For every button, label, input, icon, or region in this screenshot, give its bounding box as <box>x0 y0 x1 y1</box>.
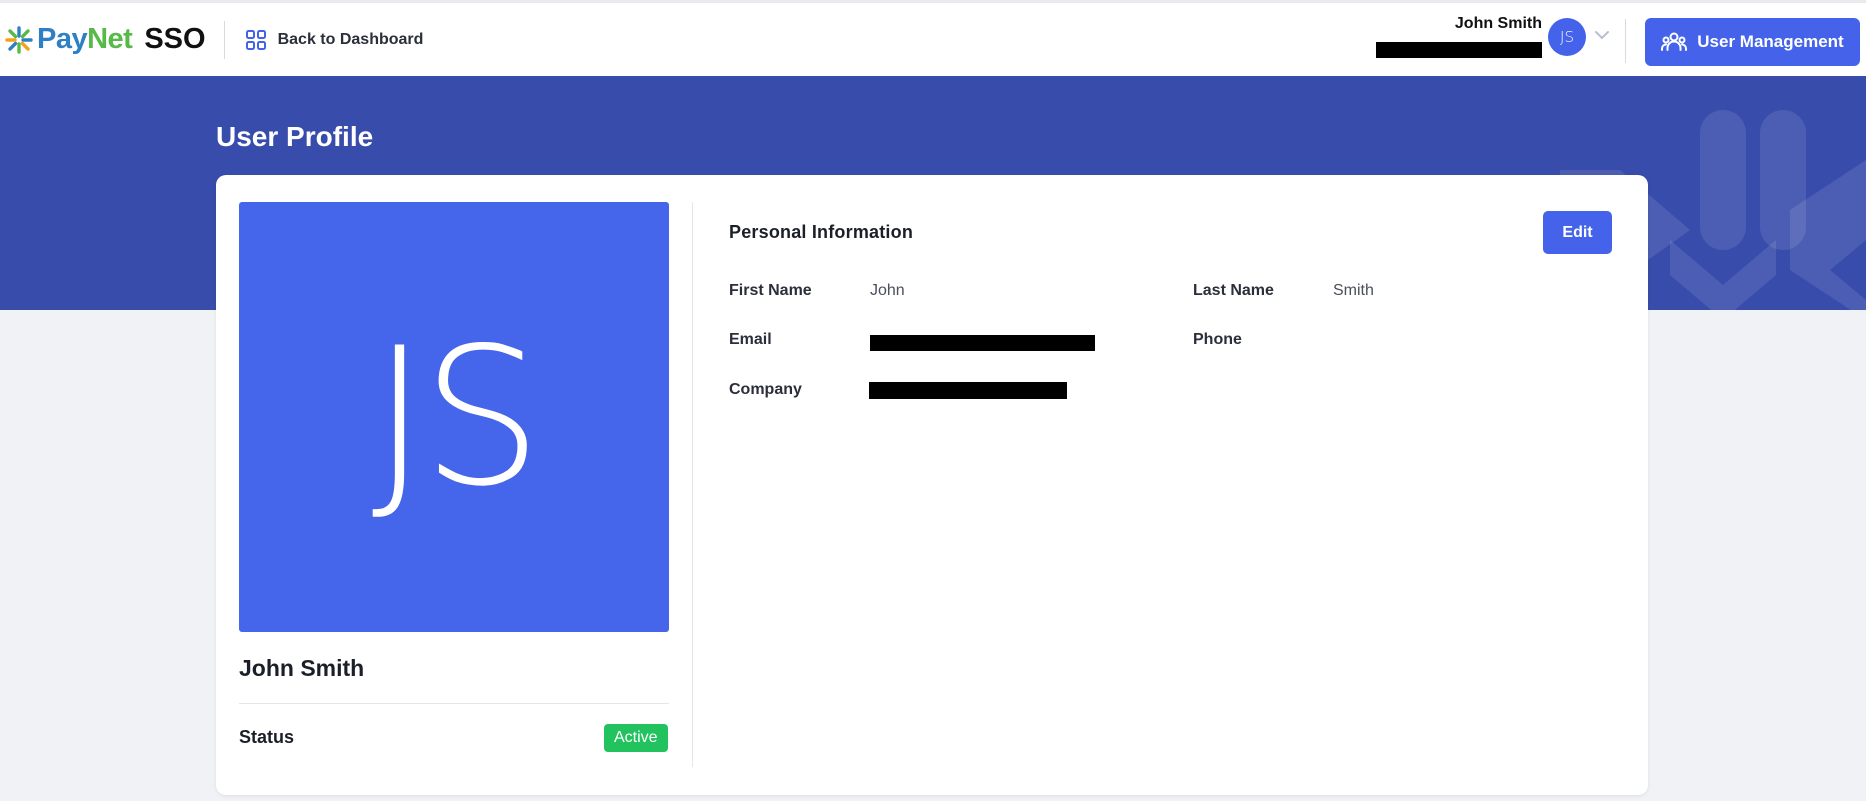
profile-card: JS John Smith Status Active Personal Inf… <box>216 175 1648 795</box>
paynet-logo-icon <box>5 25 33 54</box>
current-user-info: John Smith <box>1376 15 1542 58</box>
header-divider <box>223 20 225 59</box>
header-divider-right <box>1625 19 1626 63</box>
brand-name-net: Net <box>87 23 133 55</box>
current-user-email-redacted <box>1376 42 1542 58</box>
company-label: Company <box>729 381 802 398</box>
phone-label: Phone <box>1193 331 1242 348</box>
status-label: Status <box>239 727 295 747</box>
profile-divider <box>239 703 669 704</box>
last-name-label: Last Name <box>1193 282 1274 299</box>
grid-icon <box>245 29 266 50</box>
back-to-dashboard-label: Back to Dashboard <box>277 30 424 48</box>
email-value-redacted <box>870 335 1095 351</box>
edit-button[interactable]: Edit <box>1543 211 1612 254</box>
column-divider <box>692 202 693 767</box>
profile-name: John Smith <box>239 655 365 681</box>
profile-avatar: JS <box>239 202 669 632</box>
back-to-dashboard-link[interactable]: Back to Dashboard <box>245 20 424 60</box>
current-user-name: John Smith <box>1454 15 1542 32</box>
brand-name-pay: Pay <box>37 23 88 55</box>
user-management-button[interactable]: User Management <box>1645 18 1860 66</box>
first-name-label: First Name <box>729 282 812 299</box>
page-title: User Profile <box>216 121 374 152</box>
user-management-label: User Management <box>1697 32 1844 51</box>
status-badge: Active <box>604 724 668 752</box>
company-value-redacted <box>869 382 1067 399</box>
chevron-down-icon[interactable] <box>1594 29 1610 41</box>
top-navigation-bar: Pay Net SSO Back to Dashboard John Smith… <box>0 0 1866 76</box>
user-avatar[interactable]: JS <box>1548 18 1586 56</box>
email-label: Email <box>729 331 772 348</box>
brand-name-sso: SSO <box>144 23 206 55</box>
first-name-value: John <box>870 282 905 299</box>
last-name-value: Smith <box>1333 282 1374 299</box>
brand-logo[interactable]: Pay Net SSO <box>5 3 206 76</box>
users-icon <box>1661 32 1688 51</box>
personal-information-title: Personal Information <box>729 222 914 242</box>
